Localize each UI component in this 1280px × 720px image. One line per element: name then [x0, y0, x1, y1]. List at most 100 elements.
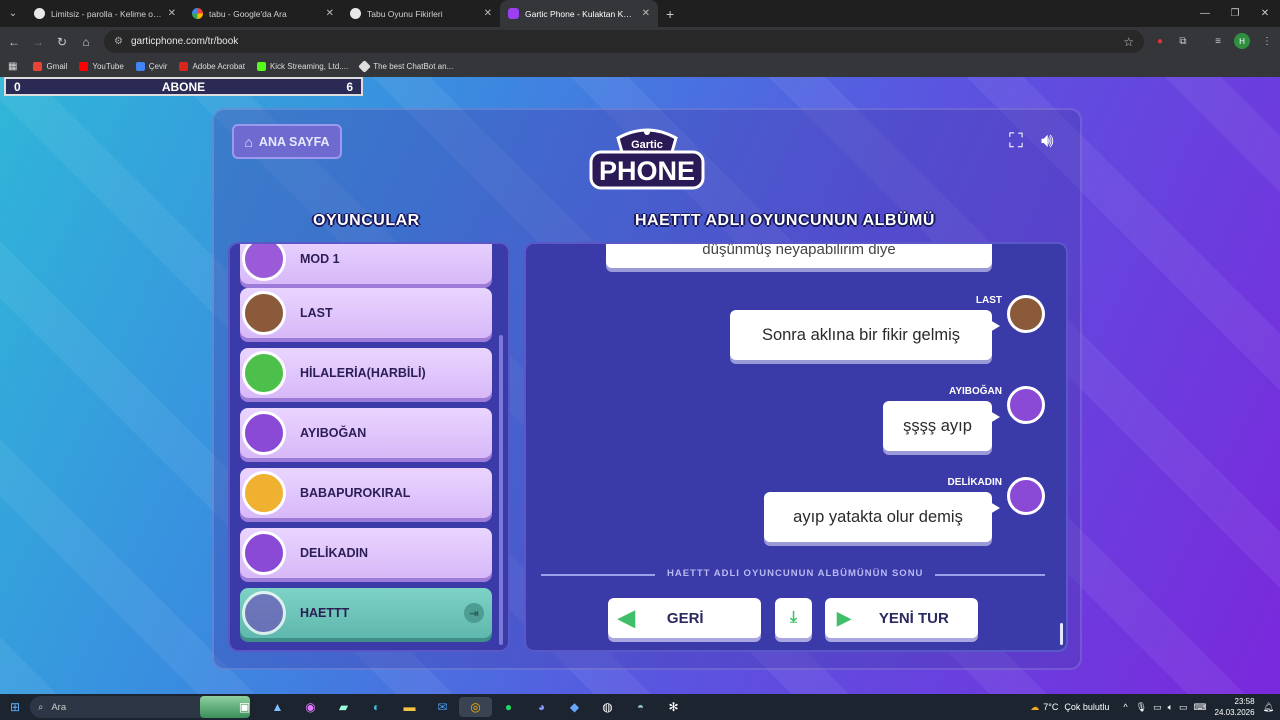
browser-tab-3[interactable]: Tabu Oyunu Fikirleri ✕: [342, 0, 500, 27]
reload-icon[interactable]: ↻: [50, 35, 74, 49]
apps-grid-icon[interactable]: ▦: [8, 61, 17, 72]
home-icon[interactable]: ⌂: [74, 35, 98, 49]
players-title: OYUNCULAR: [313, 212, 420, 229]
new-round-button[interactable]: ▶ YENİ TUR: [825, 598, 978, 638]
player-item[interactable]: MOD 1: [240, 244, 492, 284]
network-icon[interactable]: ▭: [1153, 702, 1162, 713]
browser-tab-2[interactable]: tabu - Google'da Ara ✕: [184, 0, 342, 27]
acrobat-icon: [179, 62, 189, 71]
player-item[interactable]: LAST: [240, 288, 492, 338]
tab-search-icon[interactable]: ⌄: [0, 0, 26, 27]
weather-temp[interactable]: 7°C: [1043, 702, 1058, 712]
close-window-icon[interactable]: ✕: [1250, 0, 1280, 27]
bookmark-youtube[interactable]: YouTube: [79, 62, 124, 71]
player-name: MOD 1: [300, 252, 340, 266]
window-controls: — ❐ ✕: [1190, 0, 1280, 27]
weather-desc[interactable]: Çok bulutlu: [1064, 702, 1109, 712]
player-name: BABAPUROKIRAL: [300, 486, 411, 500]
windows-taskbar: ⊞ ⌕ Ara ▣ ▲ ◉ ▰ ◐ ▬ ✉ ◎ ● ◕ ◆ ◍ ◓ ✻ ☁ 7°…: [0, 694, 1280, 720]
limitsiz-icon: [34, 8, 45, 19]
restore-icon[interactable]: ❐: [1220, 0, 1250, 27]
taskbar-search[interactable]: ⌕ Ara: [30, 696, 250, 718]
search-icon: ⌕: [38, 701, 44, 713]
system-tray: ☁ 7°C Çok bulutlu ^ 🎙︎ ▭ 🔈︎ ▭ ⌨ 23:58 24…: [1030, 694, 1274, 720]
menu-kebab-icon[interactable]: ⋮: [1259, 33, 1275, 49]
close-tab-icon[interactable]: ✕: [168, 8, 176, 19]
close-tab-icon[interactable]: ✕: [326, 8, 334, 19]
obs-icon[interactable]: ◍: [591, 697, 624, 717]
players-scrollbar[interactable]: [499, 335, 503, 645]
profile-avatar[interactable]: H: [1234, 33, 1250, 49]
bookmark-kick[interactable]: Kick Streaming, Ltd....: [256, 62, 348, 71]
message-author: LAST: [975, 295, 1002, 306]
forward-icon[interactable]: →: [26, 35, 50, 49]
battery-icon[interactable]: ▭: [1179, 702, 1188, 713]
media-icon[interactable]: ≡: [1210, 33, 1226, 49]
bookmark-acrobat[interactable]: Adobe Acrobat: [179, 62, 245, 71]
bookmark-gmail[interactable]: Gmail: [33, 62, 67, 71]
volume-icon[interactable]: 🔊︎: [1041, 130, 1054, 153]
fullscreen-icon[interactable]: ⛶: [1009, 130, 1023, 153]
player-name: HİLALERİA(HARBİLİ): [300, 366, 426, 380]
player-item[interactable]: HİLALERİA(HARBİLİ): [240, 348, 492, 398]
extensions-puzzle-icon[interactable]: ⧉: [1175, 33, 1191, 49]
spotify-icon[interactable]: ●: [492, 697, 525, 717]
overlay-right-count: 6: [346, 79, 353, 94]
player-item[interactable]: AYIBOĞAN: [240, 408, 492, 458]
player-item[interactable]: BABAPUROKIRAL: [240, 468, 492, 518]
browser-tab-1[interactable]: Limitsiz - parolla - Kelime oyunu ✕: [26, 0, 184, 27]
url-text: garticphone.com/tr/book: [130, 36, 239, 47]
copilot-icon[interactable]: ◉: [294, 697, 327, 717]
bookmark-chatbot[interactable]: The best ChatBot an...: [358, 60, 453, 73]
discord-icon[interactable]: ◕: [525, 697, 558, 717]
player-item-active[interactable]: HAETTT ⇥: [240, 588, 492, 638]
album-scrollbar[interactable]: [1060, 623, 1063, 645]
message-text: ayıp yatakta olur demiş: [793, 507, 963, 526]
tab-title: Limitsiz - parolla - Kelime oyunu: [51, 8, 162, 19]
settings-app-icon[interactable]: ✻: [657, 697, 690, 717]
browser-tab-4[interactable]: Gartic Phone - Kulaktan Kulağa ✕: [500, 0, 658, 27]
widgets-icon[interactable]: ▲: [261, 697, 294, 717]
close-tab-icon[interactable]: ✕: [642, 8, 650, 19]
file-explorer-icon[interactable]: ▬: [393, 697, 426, 717]
exit-icon[interactable]: ⇥: [464, 603, 484, 623]
gartic-phone-logo: Gartic PHONE: [589, 128, 705, 190]
notes-icon[interactable]: ▰: [327, 697, 360, 717]
player-avatar: [242, 411, 286, 455]
extension-icon[interactable]: ●: [1152, 33, 1168, 49]
clock[interactable]: 23:58 24.03.2026: [1215, 696, 1255, 718]
minimize-icon[interactable]: —: [1190, 0, 1220, 27]
back-button-label: GERİ: [666, 609, 704, 627]
steam-icon[interactable]: ◓: [624, 697, 657, 717]
gartic-icon: [508, 8, 519, 19]
home-button[interactable]: ⌂ ANA SAYFA: [232, 124, 342, 159]
notification-icon[interactable]: 🔔︎: [1263, 702, 1274, 713]
arrow-left-icon: ◀: [618, 605, 635, 630]
mail-icon[interactable]: ✉: [426, 697, 459, 717]
bookmark-translate[interactable]: Çevir: [135, 62, 167, 71]
player-item[interactable]: DELİKADIN: [240, 528, 492, 578]
back-button[interactable]: ◀ GERİ: [608, 598, 761, 638]
bookmark-star-icon[interactable]: ☆: [1123, 35, 1134, 49]
home-icon: ⌂: [244, 133, 253, 150]
player-avatar: [242, 291, 286, 335]
close-tab-icon[interactable]: ✕: [484, 8, 492, 19]
download-button[interactable]: ⤓: [775, 598, 812, 638]
chrome-icon[interactable]: ◎: [459, 697, 492, 717]
tray-chevron-icon[interactable]: ^: [1123, 702, 1127, 712]
omnibox[interactable]: ⚙ garticphone.com/tr/book ☆: [104, 30, 1144, 53]
new-tab-button[interactable]: +: [666, 6, 674, 22]
back-icon[interactable]: ←: [2, 35, 26, 49]
microphone-icon[interactable]: 🎙︎: [1136, 702, 1147, 713]
message-author: DELİKADIN: [947, 477, 1002, 488]
bookmark-label: YouTube: [92, 62, 124, 71]
message-bubble: ayıp yatakta olur demiş: [764, 492, 1000, 542]
site-info-icon[interactable]: ⚙: [114, 36, 123, 47]
app-icon[interactable]: ◆: [558, 697, 591, 717]
edge-icon[interactable]: ◐: [360, 697, 393, 717]
task-view-icon[interactable]: ▣: [228, 697, 261, 717]
speaker-icon[interactable]: 🔈︎: [1168, 702, 1173, 713]
author-avatar: [1007, 295, 1045, 333]
keyboard-icon[interactable]: ⌨: [1194, 702, 1207, 713]
windows-start-icon[interactable]: ⊞: [0, 700, 30, 714]
